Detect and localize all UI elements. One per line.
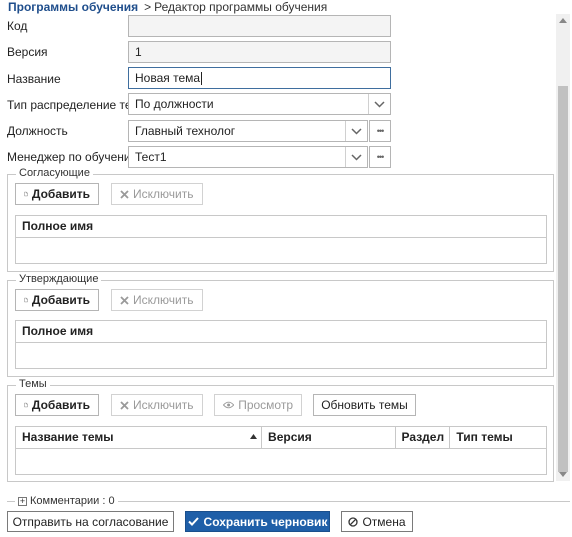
column-version[interactable]: Версия	[262, 427, 396, 448]
scroll-down-icon[interactable]	[559, 472, 567, 477]
close-x-icon	[120, 295, 129, 305]
comments-section: + Комментарии : 0	[7, 495, 570, 507]
column-topic-name-label: Название темы	[22, 430, 114, 444]
name-field[interactable]: Новая тема	[128, 67, 391, 89]
confirmers-remove-button[interactable]: Исключить	[111, 289, 203, 311]
topics-add-button[interactable]: Добавить	[15, 394, 99, 416]
sort-asc-icon	[250, 434, 258, 439]
distribution-type-select[interactable]: По должности	[128, 93, 391, 115]
check-icon	[187, 517, 199, 526]
cancel-icon	[348, 516, 359, 527]
breadcrumb: Программы обучения > Редактор программы об…	[8, 0, 327, 14]
approvers-remove-label: Исключить	[133, 187, 194, 201]
save-draft-label: Сохранить черновик	[203, 514, 328, 529]
document-icon	[24, 191, 28, 197]
position-more-icon[interactable]: •••	[369, 120, 391, 142]
breadcrumb-parent-link[interactable]: Программы обучения	[8, 0, 138, 14]
name-label: Название	[7, 72, 61, 86]
breadcrumb-separator: >	[144, 0, 152, 14]
cancel-label: Отмена	[362, 514, 406, 529]
send-for-approval-button[interactable]: Отправить на согласование	[7, 511, 174, 532]
eye-icon	[223, 401, 235, 409]
scroll-up-icon[interactable]	[559, 18, 567, 23]
code-field[interactable]	[128, 15, 391, 37]
breadcrumb-current: Редактор программы обучения	[154, 0, 328, 14]
column-full-name[interactable]: Полное имя	[16, 321, 546, 342]
manager-more-icon[interactable]: •••	[369, 146, 391, 168]
plus-box-icon: +	[18, 495, 27, 506]
chevron-down-icon[interactable]	[345, 121, 367, 141]
comments-toggle[interactable]: + Комментарии : 0	[15, 495, 118, 507]
confirmers-add-label: Добавить	[31, 293, 90, 307]
close-x-icon	[120, 400, 129, 410]
manager-value: Тест1	[135, 150, 167, 164]
text-caret	[201, 72, 203, 86]
chevron-down-icon[interactable]	[345, 147, 367, 167]
approvers-grid: Полное имя	[15, 215, 547, 264]
code-label: Код	[7, 19, 28, 33]
save-draft-button[interactable]: Сохранить черновик	[185, 511, 330, 532]
column-full-name[interactable]: Полное имя	[16, 216, 546, 237]
topics-group: Темы Добавить Исключить Просмотр Обновит…	[7, 378, 554, 482]
topics-title: Темы	[16, 378, 50, 390]
distribution-type-value: По должности	[135, 97, 214, 111]
topics-view-label: Просмотр	[238, 398, 293, 412]
approvers-add-label: Добавить	[31, 187, 90, 201]
chevron-down-icon[interactable]	[368, 94, 390, 114]
approvers-remove-button[interactable]: Исключить	[111, 183, 203, 205]
grid-header: Полное имя	[16, 216, 546, 238]
topics-grid: Название темы Версия Раздел Тип темы	[15, 426, 547, 475]
confirmers-remove-label: Исключить	[133, 293, 194, 307]
position-select[interactable]: Главный технолог	[128, 120, 368, 142]
manager-label: Менеджер по обучению	[7, 150, 140, 164]
confirmers-grid: Полное имя	[15, 320, 547, 369]
column-section[interactable]: Раздел	[396, 427, 451, 448]
confirmers-add-button[interactable]: Добавить	[15, 289, 99, 311]
approvers-add-button[interactable]: Добавить	[15, 183, 99, 205]
scroll-thumb[interactable]	[558, 86, 568, 472]
cancel-button[interactable]: Отмена	[341, 511, 413, 532]
confirmers-title: Утверждающие	[16, 273, 102, 285]
topics-refresh-button[interactable]: Обновить темы	[313, 394, 416, 416]
distribution-type-label: Тип распределение тем	[7, 98, 140, 112]
approvers-group: Согласующие Добавить Исключить Полное им…	[7, 167, 554, 272]
document-icon	[24, 402, 28, 408]
topics-refresh-label: Обновить темы	[321, 398, 408, 412]
manager-select[interactable]: Тест1	[128, 146, 368, 168]
comments-label: Комментарии : 0	[30, 495, 115, 507]
close-x-icon	[120, 189, 129, 199]
column-topic-name[interactable]: Название темы	[16, 427, 263, 448]
document-icon	[24, 297, 28, 303]
confirmers-group: Утверждающие Добавить Исключить Полное и…	[7, 273, 554, 377]
approvers-title: Согласующие	[16, 167, 93, 179]
version-label: Версия	[7, 45, 48, 59]
topics-add-label: Добавить	[31, 398, 90, 412]
version-field[interactable]: 1	[128, 41, 391, 63]
topics-remove-button[interactable]: Исключить	[111, 394, 203, 416]
position-label: Должность	[7, 124, 68, 138]
topics-view-button[interactable]: Просмотр	[214, 394, 302, 416]
name-field-value: Новая тема	[135, 71, 201, 85]
send-for-approval-label: Отправить на согласование	[12, 514, 169, 529]
grid-header: Название темы Версия Раздел Тип темы	[16, 427, 546, 449]
grid-header: Полное имя	[16, 321, 546, 343]
position-value: Главный технолог	[135, 124, 236, 138]
vertical-scrollbar[interactable]	[556, 14, 570, 481]
column-topic-type[interactable]: Тип темы	[450, 427, 546, 448]
topics-remove-label: Исключить	[133, 398, 194, 412]
